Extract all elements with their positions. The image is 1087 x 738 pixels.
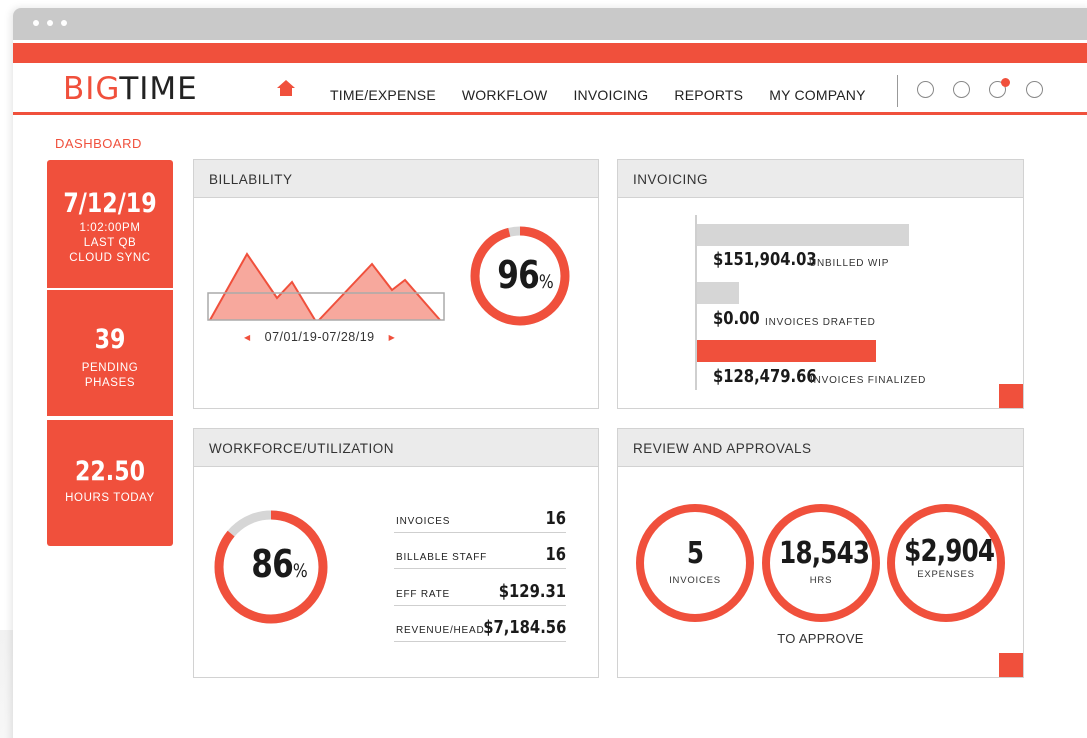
- nav-invoicing[interactable]: INVOICING: [573, 87, 648, 103]
- unbilled-wip-label: UNBILLED WIP: [809, 258, 890, 269]
- logo-primary: BIG: [63, 71, 120, 107]
- nav-divider: [897, 75, 898, 107]
- invoicing-panel: INVOICING $151,904.03 UNBILLED WIP $0.00…: [617, 159, 1024, 409]
- stat-value: 16: [545, 508, 566, 529]
- review-panel: REVIEW AND APPROVALS 5 INVOICES 18,543 H…: [617, 428, 1024, 678]
- logo-secondary: TIME: [119, 71, 198, 107]
- unbilled-wip-bar: [697, 224, 909, 246]
- sync-label-2: CLOUD SYNC: [69, 252, 151, 264]
- invoicing-corner-button[interactable]: [999, 384, 1023, 408]
- utilization-percent-sign: %: [292, 560, 308, 582]
- nav-circle-icon-1[interactable]: [917, 81, 934, 98]
- page-title: DASHBOARD: [55, 136, 142, 151]
- bigtime-logo[interactable]: BIGTIME: [63, 71, 198, 107]
- nav-reports[interactable]: REPORTS: [674, 87, 743, 103]
- nav-my-company[interactable]: MY COMPANY: [769, 87, 865, 103]
- sparkline-area-1: [210, 254, 315, 320]
- stat-value: $7,184.56: [482, 617, 566, 638]
- invoicing-title: INVOICING: [618, 160, 1023, 198]
- sync-time: 1:02:00PM: [79, 222, 141, 234]
- invoices-drafted-bar: [697, 282, 739, 304]
- hours-value: 22.50: [74, 456, 146, 487]
- nav-circle-icon-2[interactable]: [953, 81, 970, 98]
- last-sync-tile[interactable]: 7/12/19 1:02:00PM LAST QB CLOUD SYNC: [47, 160, 173, 288]
- notification-dot: [1001, 78, 1010, 87]
- phases-count: 39: [94, 324, 126, 355]
- date-range-control: ◀ 07/01/19-07/28/19 ▶: [244, 330, 395, 344]
- approve-expenses-ring[interactable]: $2,904 EXPENSES: [887, 504, 1005, 622]
- invoices-finalized-label: INVOICES FINALIZED: [810, 375, 927, 386]
- stat-row-eff-rate: EFF RATE $129.31: [394, 572, 566, 606]
- approve-invoices-value: 5: [686, 536, 704, 571]
- billability-panel: BILLABILITY ◀ 07/01/19-07/28/19 ▶ 96%: [193, 159, 599, 409]
- review-title: REVIEW AND APPROVALS: [618, 429, 1023, 467]
- approve-expenses-label: EXPENSES: [917, 569, 975, 580]
- billability-percent-value: 96: [497, 253, 540, 297]
- stat-row-billable-staff: BILLABLE STAFF 16: [394, 535, 566, 569]
- window-maximize-dot[interactable]: [61, 20, 67, 26]
- invoices-drafted-label: INVOICES DRAFTED: [765, 317, 876, 328]
- invoices-drafted-amount: $0.00: [713, 308, 760, 329]
- nav-time-expense[interactable]: TIME/EXPENSE: [330, 87, 436, 103]
- approve-invoices-label: INVOICES: [669, 575, 721, 586]
- stat-row-invoices: INVOICES 16: [394, 499, 566, 533]
- next-range-icon[interactable]: ▶: [389, 333, 396, 342]
- prev-range-icon[interactable]: ◀: [244, 333, 251, 342]
- hours-label: HOURS TODAY: [65, 492, 155, 504]
- nav-circle-icon-4[interactable]: [1026, 81, 1043, 98]
- approve-hours-label: HRS: [809, 575, 833, 586]
- utilization-percent-value: 86: [251, 542, 294, 586]
- stat-label: BILLABLE STAFF: [396, 552, 488, 563]
- top-navigation: BIGTIME TIME/EXPENSE WORKFLOW INVOICING …: [13, 63, 1087, 115]
- stat-label: INVOICES: [396, 516, 451, 527]
- workforce-panel: WORKFORCE/UTILIZATION 86% INVOICES 16 BI…: [193, 428, 599, 678]
- to-approve-caption: TO APPROVE: [777, 631, 864, 646]
- approve-hours-value: 18,543: [779, 536, 870, 571]
- home-icon[interactable]: [277, 80, 295, 96]
- phases-label-2: PHASES: [84, 377, 136, 389]
- workforce-title: WORKFORCE/UTILIZATION: [194, 429, 598, 467]
- nav-workflow[interactable]: WORKFLOW: [462, 87, 548, 103]
- billability-percent: 96%: [497, 253, 554, 297]
- stat-label: EFF RATE: [396, 589, 450, 600]
- hours-today-tile[interactable]: 22.50 HOURS TODAY: [47, 420, 173, 546]
- invoices-finalized-bar: [697, 340, 877, 362]
- unbilled-wip-amount: $151,904.03: [713, 249, 817, 270]
- pending-phases-tile[interactable]: 39 PENDING PHASES: [47, 290, 173, 416]
- window-titlebar: [13, 8, 1087, 40]
- stat-value: 16: [545, 544, 566, 565]
- approve-expenses-value: $2,904: [904, 534, 995, 569]
- invoices-finalized-amount: $128,479.66: [713, 366, 817, 387]
- review-corner-button[interactable]: [999, 653, 1023, 677]
- billability-title: BILLABILITY: [194, 160, 598, 198]
- billability-sparkline: [207, 252, 445, 321]
- date-range-text: 07/01/19-07/28/19: [264, 330, 375, 344]
- stat-value: $129.31: [498, 581, 566, 602]
- stat-label: REVENUE/HEAD: [396, 625, 485, 636]
- approve-hours-ring[interactable]: 18,543 HRS: [762, 504, 880, 622]
- background-shade: [0, 630, 13, 738]
- approve-invoices-ring[interactable]: 5 INVOICES: [636, 504, 754, 622]
- stat-row-revenue-head: REVENUE/HEAD $7,184.56: [394, 608, 566, 642]
- brand-bar: [13, 43, 1087, 63]
- sync-label-1: LAST QB: [83, 237, 137, 249]
- sync-date: 7/12/19: [63, 188, 157, 219]
- window-close-dot[interactable]: [33, 20, 39, 26]
- utilization-percent: 86%: [251, 542, 308, 586]
- billability-percent-sign: %: [538, 271, 554, 293]
- window-minimize-dot[interactable]: [47, 20, 53, 26]
- phases-label-1: PENDING: [81, 362, 139, 374]
